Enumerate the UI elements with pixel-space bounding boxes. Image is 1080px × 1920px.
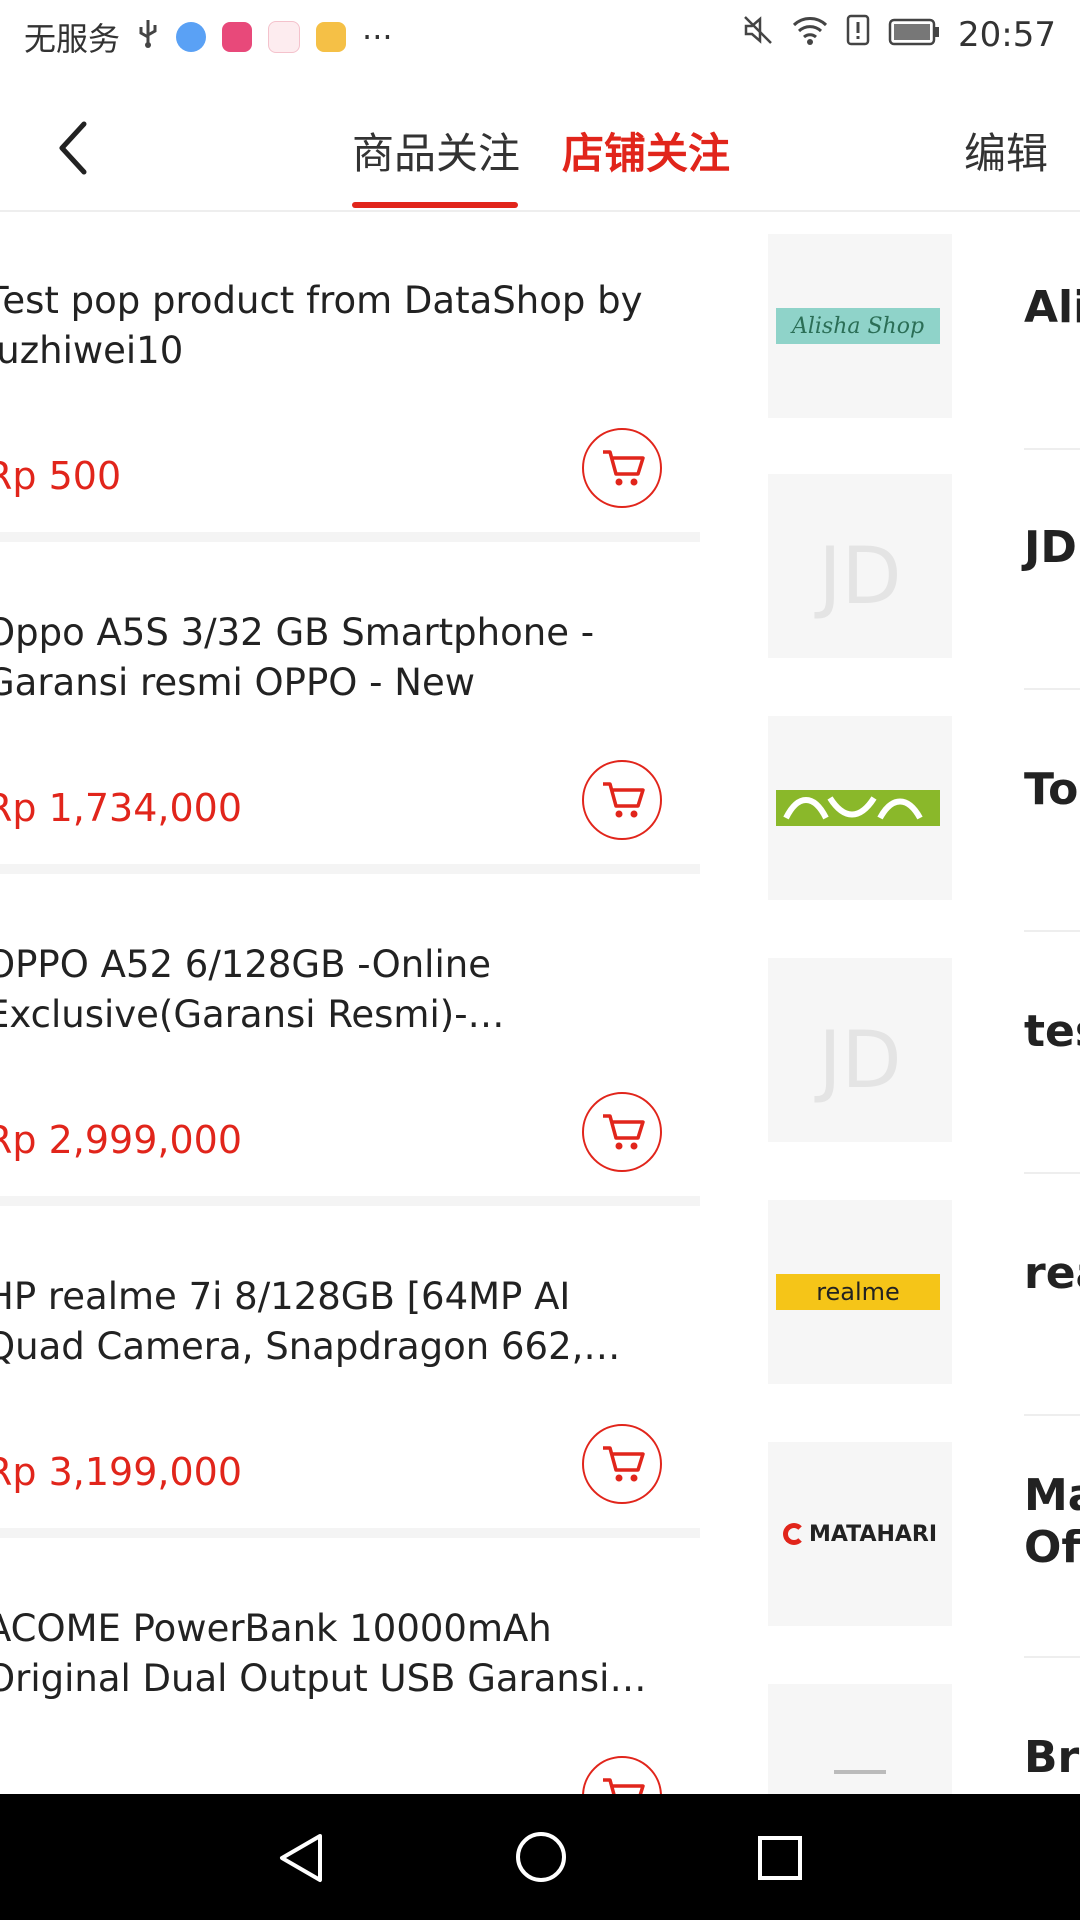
store-logo: Alisha Shop xyxy=(768,234,952,418)
logo-text: JD xyxy=(818,1016,902,1106)
home-nav-icon[interactable] xyxy=(514,1830,568,1888)
logo-text: JD xyxy=(818,532,902,622)
store-logo: JD xyxy=(768,474,952,658)
store-item[interactable]: Alisha Shop Ali xyxy=(740,210,1080,450)
wifi-icon xyxy=(792,14,828,55)
product-title: Test pop product from DataShop by luzhiw… xyxy=(0,279,643,372)
store-logo xyxy=(768,1684,952,1794)
add-to-cart-button[interactable] xyxy=(582,760,662,840)
store-name: Ali xyxy=(1024,282,1080,333)
divider xyxy=(1024,1414,1080,1416)
sim-alert-icon xyxy=(846,14,870,55)
store-item[interactable]: JD tes xyxy=(740,934,1080,1174)
product-price: Rp 1,734,000 xyxy=(0,786,242,830)
divider xyxy=(1024,688,1080,690)
product-item[interactable]: Oppo A5S 3/32 GB Smartphone - Garansi re… xyxy=(0,542,700,874)
store-item[interactable]: MATAHARI Ma Off xyxy=(740,1418,1080,1658)
carrier-label: 无服务 xyxy=(24,20,121,58)
logo-matahari: MATAHARI xyxy=(774,1518,946,1550)
tab-product-follow[interactable]: 商品关注 xyxy=(352,120,520,181)
store-name: Bra xyxy=(1024,1732,1080,1783)
fm-app-icon xyxy=(268,21,301,53)
store-logo: realme xyxy=(768,1200,952,1384)
product-title: Oppo A5S 3/32 GB Smartphone - Garansi re… xyxy=(0,611,595,704)
back-icon[interactable] xyxy=(50,118,98,178)
add-to-cart-button[interactable] xyxy=(582,1424,662,1504)
store-item[interactable]: JD JD xyxy=(740,450,1080,690)
product-item[interactable]: Test pop product from DataShop by luzhiw… xyxy=(0,210,700,542)
status-left: 无服务 ··· xyxy=(24,14,393,60)
tab-store-follow[interactable]: 店铺关注 xyxy=(562,120,730,181)
status-right: 20:57 xyxy=(742,14,1056,55)
matahari-logo-icon xyxy=(782,1523,805,1545)
product-price: Rp 2,999,000 xyxy=(0,1118,242,1162)
product-title: OPPO A52 6/128GB -Online Exclusive(Garan… xyxy=(0,943,491,1036)
gallery-app-icon xyxy=(316,22,347,52)
store-logo: MATAHARI xyxy=(768,1442,952,1626)
status-bar: 无服务 ··· 20:57 xyxy=(0,0,1080,74)
store-logo: JD xyxy=(768,958,952,1142)
product-item[interactable]: ACOME PowerBank 10000mAh Original Dual O… xyxy=(0,1538,700,1794)
app-notification-icon xyxy=(176,22,207,52)
battery-icon xyxy=(888,15,940,55)
top-nav-header: 商品关注 店铺关注 编辑 xyxy=(0,74,1080,212)
divider xyxy=(1024,1172,1080,1174)
store-name: Tol xyxy=(1024,764,1080,815)
follow-content: Test pop product from DataShop by luzhiw… xyxy=(0,210,1080,1794)
product-title: ACOME PowerBank 10000mAh Original Dual O… xyxy=(0,1607,610,1700)
store-list[interactable]: Alisha Shop Ali JD JD Tol JD te xyxy=(740,210,1080,1794)
logo-pattern xyxy=(776,790,940,826)
usb-icon xyxy=(136,18,160,56)
more-notifications-icon: ··· xyxy=(362,18,393,56)
logo-mark xyxy=(834,1770,886,1774)
store-name: JD xyxy=(1024,522,1077,573)
edit-button[interactable]: 编辑 xyxy=(964,120,1048,181)
clock: 20:57 xyxy=(958,14,1056,55)
product-title: HP realme 7i 8/128GB [64MP AI Quad Camer… xyxy=(0,1275,584,1368)
store-logo xyxy=(768,716,952,900)
product-item[interactable]: HP realme 7i 8/128GB [64MP AI Quad Camer… xyxy=(0,1206,700,1538)
recents-nav-icon[interactable] xyxy=(756,1834,804,1886)
store-name: tes xyxy=(1024,1006,1080,1057)
store-item[interactable]: Bra xyxy=(740,1660,1080,1794)
product-item[interactable]: OPPO A52 6/128GB -Online Exclusive(Garan… xyxy=(0,874,700,1206)
product-price: Rp 3,199,000 xyxy=(0,1450,242,1494)
add-to-cart-button[interactable] xyxy=(582,1756,662,1794)
logo-text: MATAHARI xyxy=(808,1521,938,1547)
store-item[interactable]: Tol xyxy=(740,692,1080,932)
logo-text: Alisha Shop xyxy=(776,308,940,344)
store-item[interactable]: realme rea xyxy=(740,1176,1080,1416)
store-name: Ma Off xyxy=(1024,1470,1080,1573)
back-nav-icon[interactable] xyxy=(276,1832,326,1888)
store-name: rea xyxy=(1024,1248,1080,1299)
divider xyxy=(1024,1656,1080,1658)
product-list[interactable]: Test pop product from DataShop by luzhiw… xyxy=(0,210,700,1794)
logo-text: realme xyxy=(776,1274,940,1310)
product-price: Rp 500 xyxy=(0,454,122,498)
divider xyxy=(1024,930,1080,932)
system-navigation-bar xyxy=(0,1794,1080,1920)
active-tab-indicator xyxy=(352,202,518,208)
mute-icon xyxy=(742,14,774,55)
shop-app-icon xyxy=(222,22,253,52)
add-to-cart-button[interactable] xyxy=(582,1092,662,1172)
add-to-cart-button[interactable] xyxy=(582,428,662,508)
